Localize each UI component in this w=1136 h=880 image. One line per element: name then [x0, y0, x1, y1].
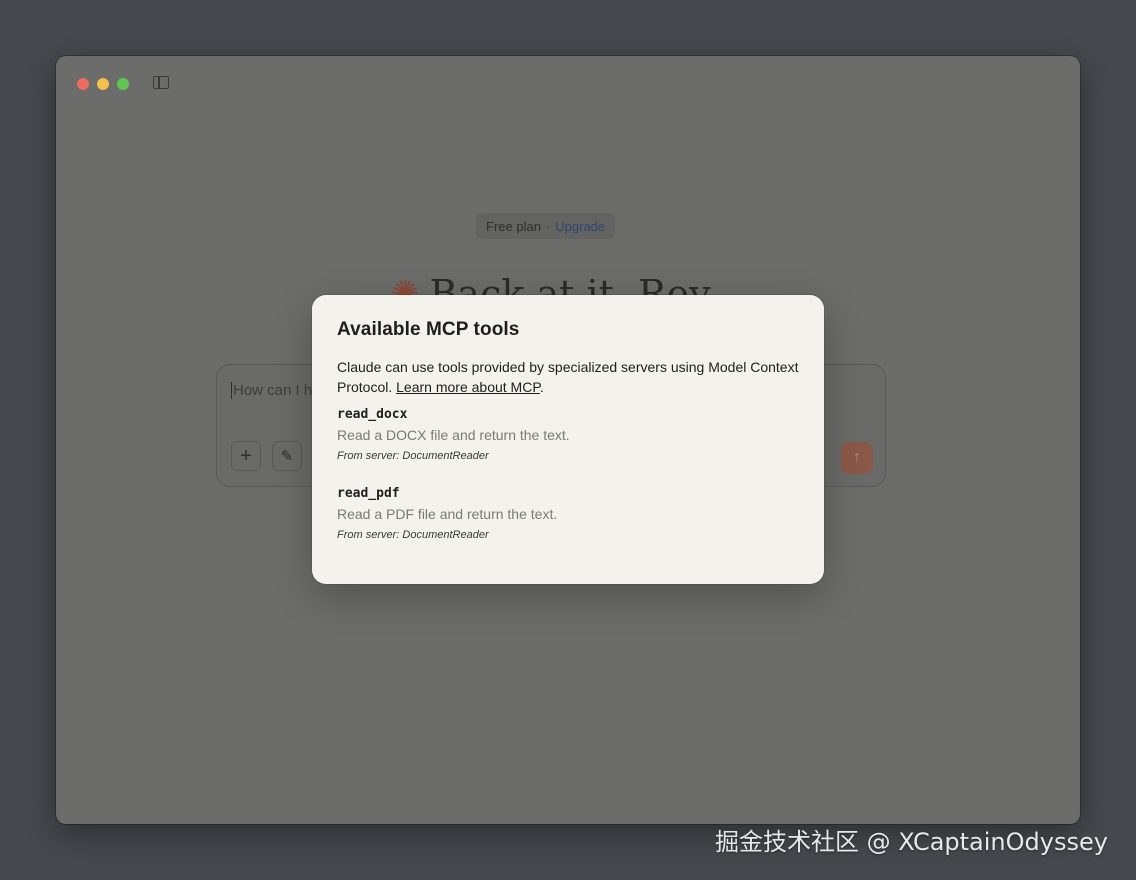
tool-name: read_docx: [337, 407, 408, 422]
watermark: 掘金技术社区 @ XCaptainOdyssey: [715, 828, 1108, 856]
tool-item: read_docx Read a DOCX file and return th…: [337, 406, 799, 466]
tool-server: From server: DocumentReader: [337, 450, 489, 462]
dialog-description: Claude can use tools provided by special…: [337, 357, 799, 397]
learn-more-link[interactable]: Learn more about MCP: [396, 379, 540, 395]
tool-item: read_pdf Read a PDF file and return the …: [337, 485, 799, 545]
mcp-tools-dialog: Available MCP tools Claude can use tools…: [312, 295, 824, 584]
tool-description: Read a DOCX file and return the text.: [337, 427, 570, 443]
tool-server: From server: DocumentReader: [337, 529, 489, 541]
tool-name: read_pdf: [337, 486, 400, 501]
description-suffix: .: [539, 379, 544, 395]
tool-description: Read a PDF file and return the text.: [337, 506, 558, 522]
dialog-title: Available MCP tools: [337, 319, 520, 340]
